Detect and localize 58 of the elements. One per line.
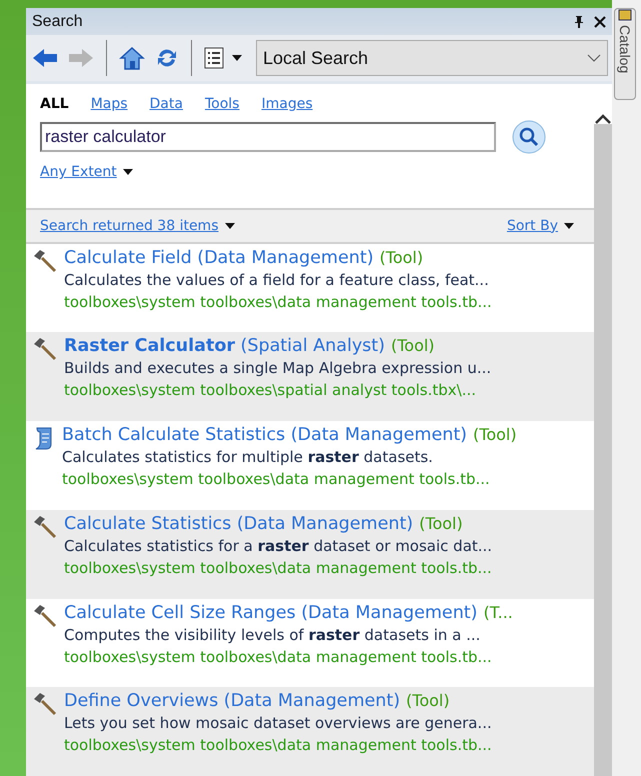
pin-icon[interactable] [574,14,584,28]
caret-icon [564,222,574,229]
result-description: Calculates the values of a field for a feature class, feat... [64,270,490,289]
result-title[interactable]: Batch Calculate Statistics (Data Management) [62,425,468,446]
chevron-down-icon [587,54,601,62]
result-path: toolboxes\system toolboxes\data management tools.tb... [64,736,492,754]
search-field[interactable]: raster calculator [40,122,496,152]
result-type: (Tool) [390,336,435,356]
filter-tab[interactable]: Images [261,96,313,112]
result-path: toolboxes\system toolboxes\data management tools.tb... [64,648,493,666]
caret-icon [224,222,234,229]
result-title[interactable]: Calculate Cell Size Ranges (Data Management) [64,602,478,623]
result-title[interactable]: Raster Calculator (Spatial Analyst) [64,336,385,356]
result-type: (Tool) [380,248,424,267]
hammer-icon [32,248,58,274]
caret-icon [122,169,133,175]
result-type: (Tool) [419,514,463,533]
catalog-icon [618,9,632,21]
result-title[interactable]: Define Overviews (Data Management) [64,691,400,712]
scroll-up-icon[interactable] [595,114,611,124]
result-type: (T... [483,602,513,622]
result-title[interactable]: Calculate Field (Data Management) [64,248,374,268]
result-row[interactable]: Calculate Statistics (Data Management) (Tool) Calculates statistics for a raster dataset or mosaic dat... toolboxes\system toolboxes\data management tools.tb... [26,510,594,599]
hammer-icon [32,691,58,718]
extent-link[interactable]: Any Extent [40,164,117,180]
result-path: toolboxes\system toolboxes\data management tools.tb... [62,470,491,488]
result-row[interactable]: Define Overviews (Data Management) (Tool) Lets you set how mosaic dataset overviews are genera... toolboxes\system toolboxes\data management tools.tb... [26,687,594,776]
filter-tab[interactable]: ALL [40,96,69,112]
filter-tab[interactable]: Maps [90,96,128,112]
result-description: Builds and executes a single Map Algebra expression u... [64,359,492,378]
result-description: Calculates statistics for a raster dataset or mosaic dat... [64,536,492,555]
sort-link[interactable]: Sort By [506,218,558,234]
result-description: Lets you set how mosaic dataset overviews are genera... [64,714,492,732]
result-type: (Tool) [473,425,517,444]
result-description: Calculates statistics for multiple raster datasets. [62,448,434,466]
hammer-icon [32,514,58,540]
result-count-link[interactable]: Search returned 38 items [40,218,218,234]
result-row[interactable]: Raster Calculator (Spatial Analyst) (Tool) Builds and executes a single Map Algebra expression u... toolboxes\system toolboxes\spatial analyst tools.tbx\... [26,332,594,422]
search-icon[interactable] [512,120,546,154]
hammer-icon [32,602,58,629]
result-path: toolboxes\system toolboxes\spatial analyst tools.tbx\... [64,381,478,400]
close-icon[interactable] [594,16,606,28]
result-path: toolboxes\system toolboxes\data management tools.tb... [64,558,492,577]
result-description: Computes the visibility levels of raster datasets in a ... [64,626,482,644]
list-icon [204,47,224,69]
result-path: toolboxes\system toolboxes\data management tools.tb... [64,292,492,311]
filter-tab[interactable]: Data [150,96,183,112]
result-type: (Tool) [406,691,450,710]
result-row[interactable]: Calculate Cell Size Ranges (Data Management) (T... Computes the visibility levels of raster datasets in a ... toolboxes\system toolboxes\data management tools.tb... [26,598,594,688]
result-row[interactable]: Calculate Field (Data Management) (Tool) Calculates the values of a field for a feature class, feat... toolboxes\system toolboxes\data management tools.tb... [26,244,594,332]
view-options-button[interactable] [202,45,244,71]
filter-tab[interactable]: Tools [204,96,240,112]
catalog-tab[interactable]: Catalog [614,8,636,100]
caret-icon [232,55,242,61]
window-title: Search [32,12,84,30]
hammer-icon [32,336,58,362]
result-title[interactable]: Calculate Statistics (Data Management) [64,514,414,534]
scope-dropdown[interactable]: Local Search [256,40,608,76]
